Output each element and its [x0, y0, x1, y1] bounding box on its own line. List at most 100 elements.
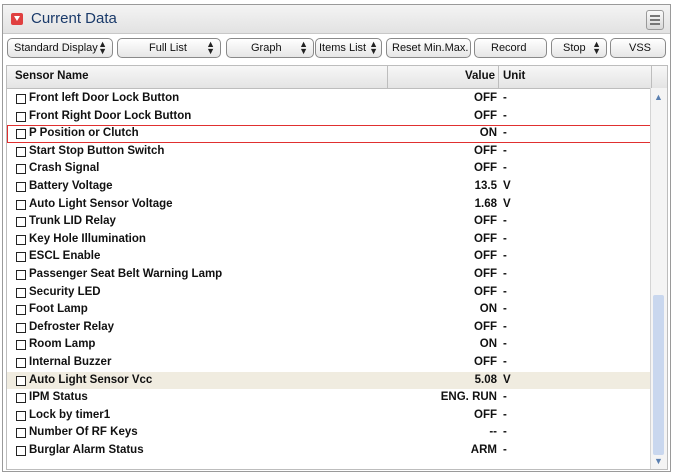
row-checkbox[interactable] — [16, 234, 26, 245]
stop-dropdown[interactable]: Stop ▲ ▼ — [551, 38, 607, 58]
table-row[interactable]: Auto Light Sensor Vcc 5.08 V — [7, 371, 651, 390]
full-list-dropdown[interactable]: Full List ▲ ▼ — [117, 38, 221, 58]
standard-display-dropdown[interactable]: Standard Display ▲ ▼ — [7, 38, 113, 58]
sensor-value-cell: OFF — [474, 162, 497, 175]
collapse-icon[interactable] — [11, 13, 23, 25]
items-list-dropdown[interactable]: Items List ▲ ▼ — [315, 38, 382, 58]
sensor-value-cell: OFF — [474, 268, 497, 280]
table-row[interactable]: Key Hole Illumination OFF - — [7, 231, 651, 249]
stop-label: Stop — [563, 42, 586, 54]
sensor-name-cell: Auto Light Sensor Vcc — [29, 373, 153, 386]
column-divider[interactable] — [498, 66, 499, 88]
table-row[interactable]: Auto Light Sensor Voltage 1.68 V — [7, 196, 651, 214]
standard-display-label: Standard Display — [14, 42, 98, 54]
sensor-unit-cell: - — [503, 268, 507, 280]
table-row[interactable]: Defroster Relay OFF - — [7, 319, 651, 337]
sensor-value-cell: OFF — [474, 250, 497, 263]
row-checkbox[interactable] — [16, 146, 26, 157]
graph-label: Graph — [251, 42, 282, 54]
sensor-name-cell: Battery Voltage — [29, 180, 113, 192]
sensor-value-cell: OFF — [474, 232, 497, 245]
column-divider[interactable] — [387, 66, 388, 88]
row-checkbox[interactable] — [16, 199, 26, 210]
sensor-unit-cell: V — [503, 180, 511, 192]
table-row[interactable]: Front left Door Lock Button OFF - — [7, 90, 651, 108]
row-checkbox[interactable] — [16, 393, 26, 404]
row-checkbox[interactable] — [16, 252, 26, 263]
column-header-sensor-name[interactable]: Sensor Name — [15, 70, 89, 82]
table-row[interactable]: Foot Lamp ON - — [7, 301, 651, 319]
row-checkbox[interactable] — [16, 217, 26, 228]
table-row[interactable]: IPM Status ENG. RUN - — [7, 389, 651, 407]
sensor-unit-cell: - — [503, 285, 507, 298]
row-checkbox[interactable] — [16, 446, 26, 456]
sensor-unit-cell: V — [503, 373, 511, 386]
table-row[interactable]: Battery Voltage 13.5 V — [7, 178, 651, 196]
table-row[interactable]: Internal Buzzer OFF - — [7, 354, 651, 372]
sensor-name-cell: Start Stop Button Switch — [29, 144, 165, 157]
table-row[interactable]: P Position or Clutch ON - — [7, 125, 651, 143]
table-row[interactable]: Security LED OFF - — [7, 284, 651, 302]
vertical-scrollbar[interactable]: ▲ ▼ — [650, 88, 667, 469]
sensor-value-cell: ENG. RUN — [440, 391, 497, 404]
reset-label: Reset Min.Max. — [392, 42, 469, 54]
sensor-value-cell: 1.68 — [474, 197, 497, 210]
panel-title: Current Data — [31, 10, 117, 27]
sensor-value-cell: ON — [479, 338, 497, 351]
row-checkbox[interactable] — [16, 129, 26, 140]
column-header-unit[interactable]: Unit — [503, 70, 525, 82]
sensor-name-cell: ESCL Enable — [29, 250, 101, 263]
row-checkbox[interactable] — [16, 322, 26, 333]
record-button[interactable]: Record — [474, 38, 547, 58]
sensor-value-cell: OFF — [474, 215, 497, 228]
vss-label: VSS — [629, 42, 652, 54]
sensor-unit-cell: - — [503, 356, 507, 368]
scroll-up-icon[interactable]: ▲ — [654, 92, 663, 102]
scrollbar-thumb[interactable] — [653, 295, 664, 455]
row-checkbox[interactable] — [16, 428, 26, 439]
table-row[interactable]: Passenger Seat Belt Warning Lamp OFF - — [7, 266, 651, 284]
row-checkbox[interactable] — [16, 287, 26, 298]
table-header: Sensor Name Value Unit — [7, 66, 667, 89]
graph-dropdown[interactable]: Graph ▲ ▼ — [226, 38, 314, 58]
table-row[interactable]: ESCL Enable OFF - — [7, 248, 651, 266]
row-checkbox[interactable] — [16, 305, 26, 316]
reset-min-max-button[interactable]: Reset Min.Max. — [386, 38, 471, 58]
vss-button[interactable]: VSS — [610, 38, 666, 58]
scroll-down-icon[interactable]: ▼ — [654, 456, 663, 466]
sensor-name-cell: Burglar Alarm Status — [29, 444, 144, 456]
sensor-value-cell: ARM — [470, 444, 497, 456]
row-checkbox[interactable] — [16, 182, 26, 192]
sensor-unit-cell: - — [503, 215, 507, 228]
row-checkbox[interactable] — [16, 111, 26, 122]
table-row[interactable]: Room Lamp ON - — [7, 336, 651, 354]
sensor-unit-cell: - — [503, 144, 507, 157]
table-row[interactable]: Start Stop Button Switch OFF - — [7, 143, 651, 161]
sensor-name-cell: Front Right Door Lock Button — [29, 109, 192, 122]
up-down-arrow-icon: ▲ ▼ — [206, 39, 215, 56]
table-row[interactable]: Front Right Door Lock Button OFF - — [7, 108, 651, 126]
row-checkbox[interactable] — [16, 340, 26, 351]
row-checkbox[interactable] — [16, 94, 26, 104]
menu-icon[interactable] — [646, 10, 664, 30]
table-row[interactable]: Number Of RF Keys -- - — [7, 424, 651, 442]
row-checkbox[interactable] — [16, 410, 26, 421]
sensor-value-cell: OFF — [474, 320, 497, 333]
row-checkbox[interactable] — [16, 358, 26, 368]
sensor-data-table: Sensor Name Value Unit Front left Door L… — [6, 65, 668, 470]
sensor-name-cell: Crash Signal — [29, 162, 100, 175]
row-checkbox[interactable] — [16, 375, 26, 386]
table-row[interactable]: Lock by timer1 OFF - — [7, 407, 651, 425]
column-divider — [651, 66, 652, 88]
sensor-value-cell: OFF — [474, 109, 497, 122]
row-checkbox[interactable] — [16, 164, 26, 175]
row-checkbox[interactable] — [16, 270, 26, 280]
sensor-name-cell: Passenger Seat Belt Warning Lamp — [29, 268, 223, 280]
up-down-arrow-icon: ▲ ▼ — [98, 39, 107, 56]
column-header-value[interactable]: Value — [465, 70, 495, 82]
table-row[interactable]: Trunk LID Relay OFF - — [7, 213, 651, 231]
table-row[interactable]: Crash Signal OFF - — [7, 160, 651, 178]
sensor-unit-cell: - — [503, 391, 507, 404]
up-down-arrow-icon: ▲ ▼ — [592, 39, 601, 56]
table-row[interactable]: Burglar Alarm Status ARM - — [7, 442, 651, 460]
